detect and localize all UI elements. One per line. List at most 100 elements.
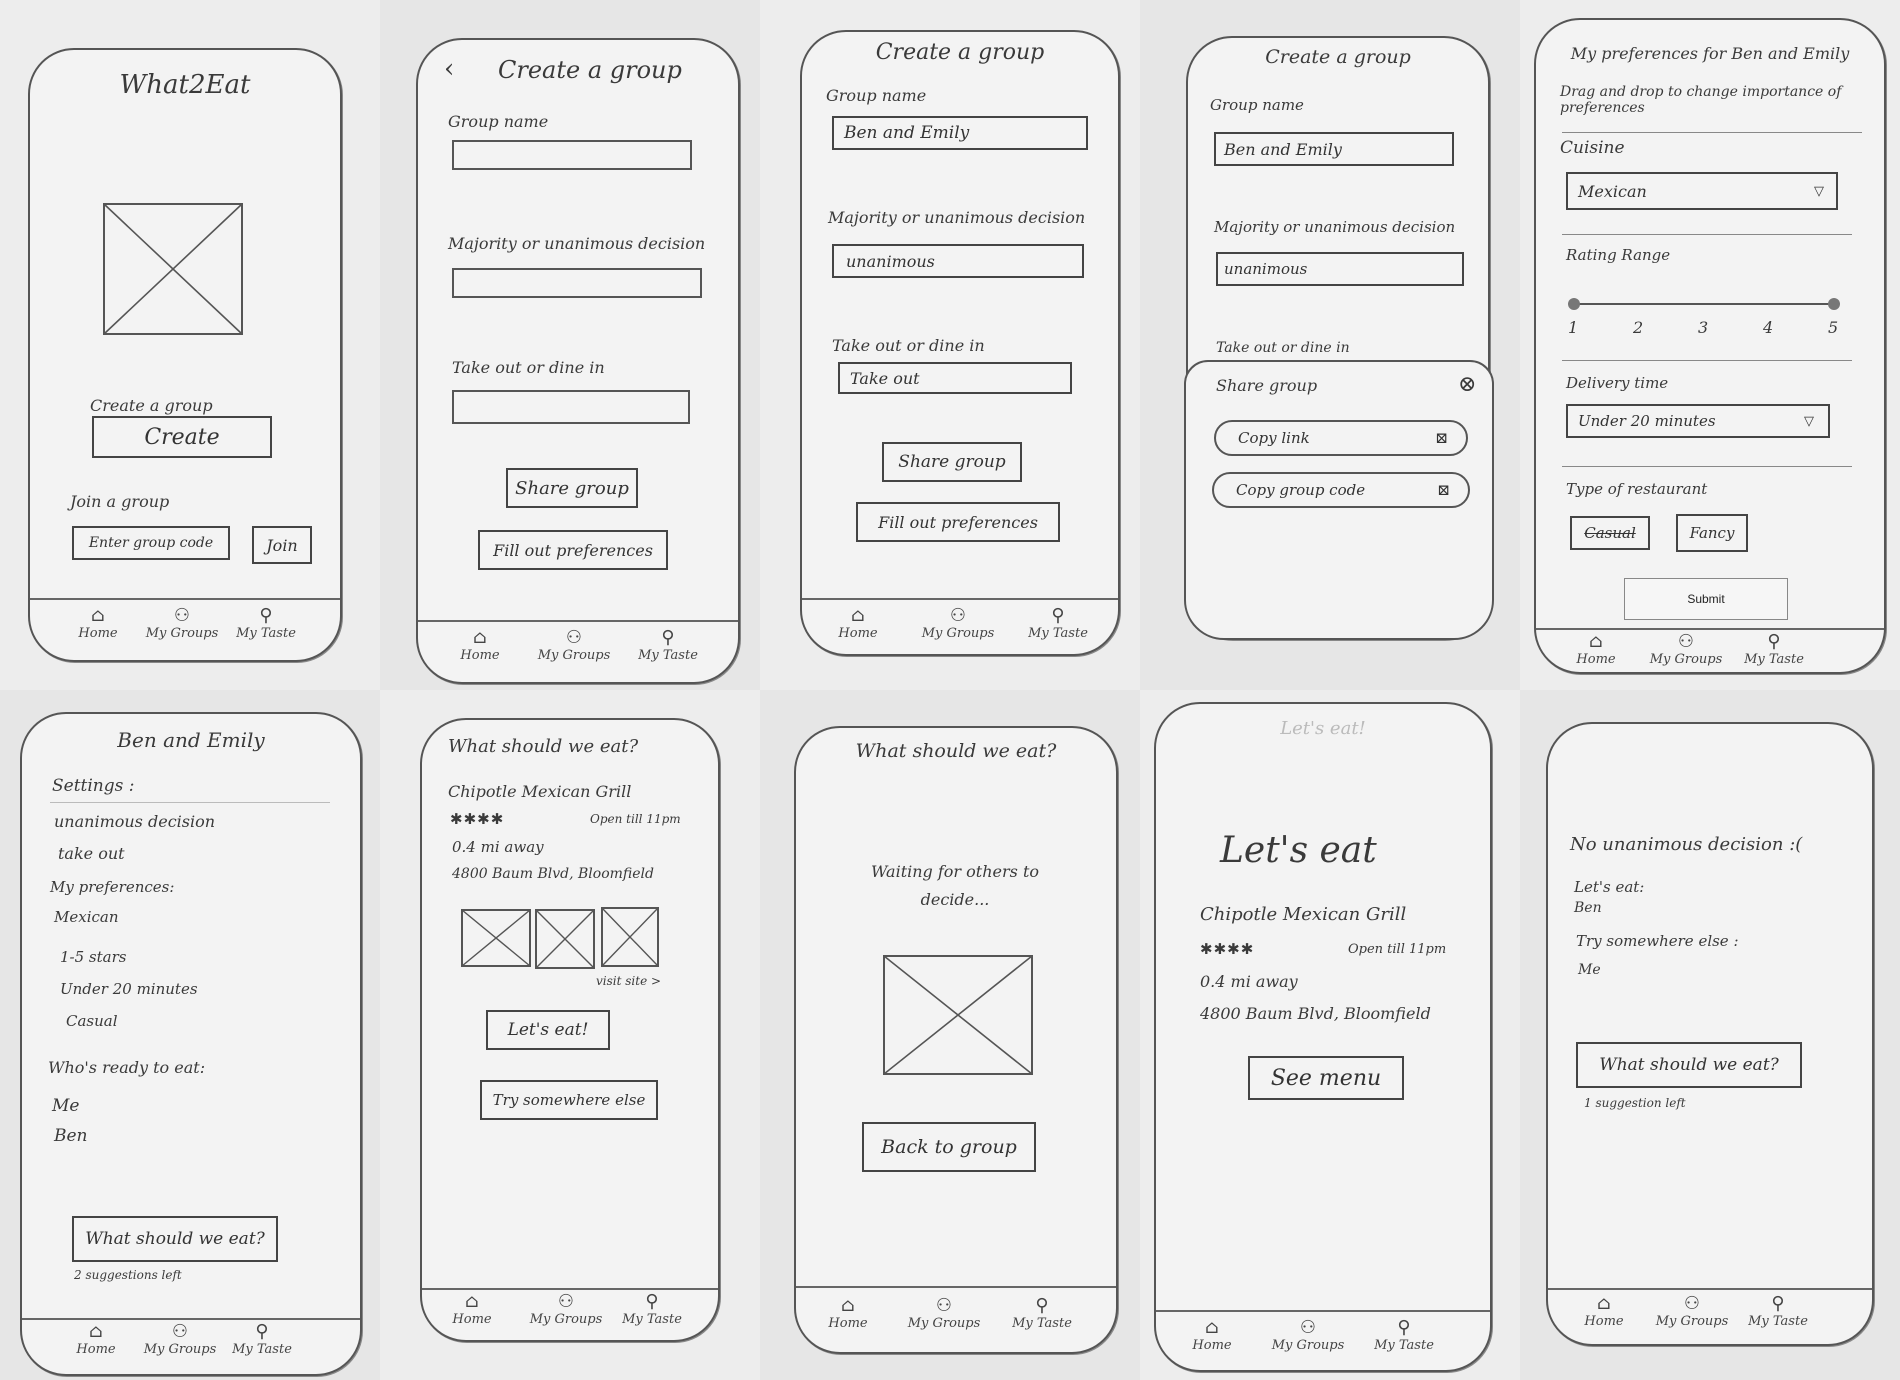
nav-home[interactable]: ⌂ Home [1564, 1293, 1644, 1330]
address-text: 4800 Baum Blvd, Bloomfield [452, 866, 654, 882]
share-group-button[interactable]: Share group [882, 442, 1022, 482]
create-button[interactable]: Create [92, 416, 272, 458]
home-icon: ⌂ [841, 1295, 855, 1316]
nav-groups-label: My Groups [1649, 652, 1723, 667]
nav-taste[interactable]: ⚲ My Taste [628, 627, 708, 664]
nav-groups-label: My Groups [145, 626, 219, 641]
fill-preferences-button[interactable]: Fill out preferences [478, 530, 668, 570]
group-name-input[interactable] [452, 140, 692, 170]
nav-groups[interactable]: ⚇ My Groups [534, 628, 614, 664]
nav-groups[interactable]: ⚇ My Groups [1652, 1293, 1732, 1330]
cuisine-dropdown[interactable]: Mexican ▽ [1566, 172, 1838, 210]
nav-taste[interactable]: ⚲ My Taste [1018, 605, 1098, 642]
decision-input[interactable]: unanimous [1216, 252, 1464, 286]
group-name-input[interactable]: Ben and Emily [1214, 132, 1454, 166]
decision-input[interactable] [452, 268, 702, 298]
nav-groups-label: My Groups [537, 648, 611, 663]
back-to-group-button[interactable]: Back to group [862, 1122, 1036, 1172]
share-group-button[interactable]: Share group [506, 468, 638, 508]
rating-range-slider[interactable] [1568, 298, 1840, 310]
group-name-input[interactable]: Ben and Emily [832, 116, 1088, 150]
fill-preferences-button[interactable]: Fill out preferences [856, 502, 1060, 542]
what-should-we-eat-button[interactable]: What should we eat? [72, 1216, 278, 1262]
nav-taste[interactable]: ⚲ My Taste [1738, 1293, 1818, 1330]
group-code-input[interactable]: Enter group code [72, 526, 230, 560]
slider-max-handle[interactable] [1828, 298, 1840, 310]
nav-home[interactable]: ⌂ Home [818, 606, 898, 642]
home-icon: ⌂ [1597, 1293, 1611, 1314]
restaurant-name: Chipotle Mexican Grill [1200, 904, 1407, 925]
nav-taste[interactable]: ⚲ My Taste [1734, 632, 1814, 668]
settings-label: Settings : [52, 776, 135, 796]
distance-text: 0.4 mi away [1200, 972, 1298, 991]
takeout-input[interactable]: Take out [838, 362, 1072, 394]
decision-input[interactable]: unanimous [832, 244, 1084, 278]
groups-icon: ⚇ [1683, 1293, 1701, 1314]
nav-home[interactable]: ⌂ Home [1172, 1318, 1252, 1354]
slider-min-handle[interactable] [1568, 298, 1580, 310]
nav-groups[interactable]: ⚇ My Groups [526, 1291, 606, 1328]
instruction-text: Drag and drop to change importance of pr… [1560, 84, 1842, 116]
nav-home-label: Home [460, 648, 500, 663]
what-should-we-eat-button[interactable]: What should we eat? [1576, 1042, 1802, 1088]
takeout-label: Take out or dine in [1216, 340, 1350, 356]
lets-eat-button[interactable]: Let's eat! [486, 1010, 610, 1050]
visit-site-link[interactable]: visit site > [596, 974, 661, 988]
page-title: What should we eat? [855, 740, 1057, 762]
nav-groups[interactable]: ⚇ My Groups [140, 1322, 220, 1358]
takeout-input[interactable] [452, 390, 690, 424]
nav-taste-label: My Taste [1028, 626, 1088, 641]
nav-home[interactable]: ⌂ Home [440, 628, 520, 664]
groups-icon: ⚇ [173, 605, 191, 626]
nav-home[interactable]: ⌂ Home [1556, 632, 1636, 668]
person-icon: ⚲ [1051, 605, 1065, 626]
nav-home[interactable]: ⌂ Home [808, 1295, 888, 1332]
nav-groups-label: My Groups [1271, 1338, 1345, 1353]
lets-eat-member: Ben [1574, 900, 1602, 916]
submit-button[interactable]: Submit [1624, 578, 1788, 620]
slider-track [1574, 303, 1834, 305]
nav-taste[interactable]: ⚲ My Taste [1002, 1296, 1082, 1332]
image-placeholder-icon [535, 909, 595, 969]
try-somewhere-else-button[interactable]: Try somewhere else [480, 1080, 658, 1120]
nav-home-label: Home [1576, 652, 1616, 667]
back-chevron-icon[interactable]: ‹ [444, 54, 454, 84]
close-icon[interactable]: ⊗ [1458, 372, 1476, 397]
group-name-label: Group name [448, 112, 549, 131]
person-icon: ⚲ [661, 627, 675, 648]
nav-groups[interactable]: ⚇ My Groups [904, 1296, 984, 1332]
decision-label: Majority or unanimous decision [828, 208, 1086, 227]
nav-home-label: Home [452, 1312, 492, 1327]
nav-groups[interactable]: ⚇ My Groups [142, 605, 222, 642]
nav-taste[interactable]: ⚲ My Taste [1364, 1318, 1444, 1354]
groups-icon: ⚇ [557, 1291, 575, 1312]
dropdown-triangle-icon: ▽ [1814, 183, 1824, 199]
type-fancy-option[interactable]: Fancy [1676, 514, 1748, 552]
phone-frame: Create a group Group name Ben and Emily … [800, 30, 1120, 656]
group-name-label: Group name [826, 86, 927, 105]
person-icon: ⚲ [1771, 1293, 1785, 1314]
nav-home[interactable]: ⌂ Home [56, 1322, 136, 1358]
see-menu-button[interactable]: See menu [1248, 1056, 1404, 1100]
copy-code-label: Copy group code [1236, 481, 1366, 499]
copy-icon: ⊠ [1435, 429, 1448, 447]
rating-tick-label: 4 [1763, 318, 1774, 337]
join-button[interactable]: Join [252, 526, 312, 564]
copy-link-button[interactable]: Copy link ⊠ [1214, 420, 1468, 456]
nav-groups[interactable]: ⚇ My Groups [1646, 632, 1726, 668]
nav-home[interactable]: ⌂ Home [58, 606, 138, 642]
nav-home-label: Home [76, 1342, 116, 1357]
copy-code-button[interactable]: Copy group code ⊠ [1212, 472, 1470, 508]
type-casual-option[interactable]: Casual [1570, 516, 1650, 550]
person-icon: ⚲ [255, 1321, 269, 1342]
nav-taste[interactable]: ⚲ My Taste [226, 606, 306, 642]
nav-taste[interactable]: ⚲ My Taste [612, 1292, 692, 1328]
image-placeholder-icon [601, 907, 659, 967]
nav-groups[interactable]: ⚇ My Groups [918, 606, 998, 642]
nav-taste[interactable]: ⚲ My Taste [222, 1321, 302, 1358]
nav-groups[interactable]: ⚇ My Groups [1268, 1318, 1348, 1354]
copy-icon: ⊠ [1437, 481, 1450, 499]
delivery-dropdown[interactable]: Under 20 minutes ▽ [1566, 404, 1830, 438]
decision-label: Majority or unanimous decision [448, 234, 706, 253]
nav-home[interactable]: ⌂ Home [432, 1292, 512, 1328]
